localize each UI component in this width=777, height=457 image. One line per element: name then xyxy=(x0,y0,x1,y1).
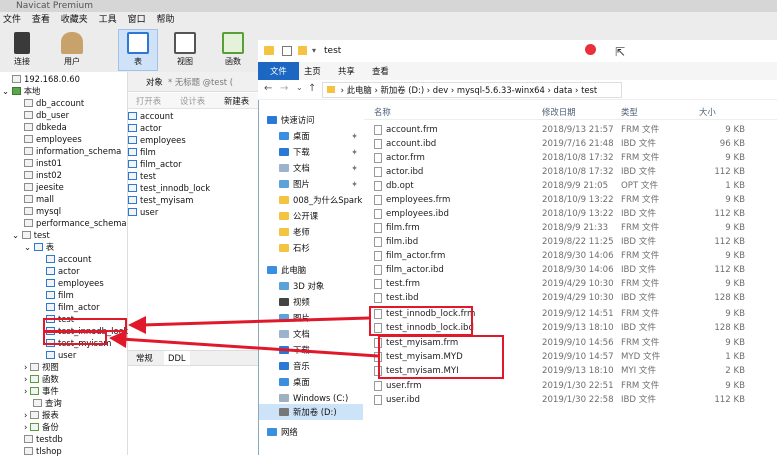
arrowhead-innodb xyxy=(128,316,146,334)
arrow-myisam xyxy=(121,337,379,358)
arrow-innodb xyxy=(141,316,370,327)
arrowhead-myisam xyxy=(109,330,127,348)
annotation-arrows xyxy=(109,316,379,358)
